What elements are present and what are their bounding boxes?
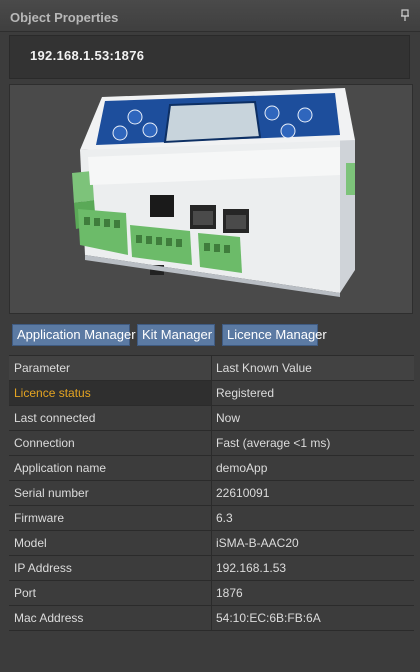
licence-manager-button[interactable]: Licence Manager	[222, 324, 327, 346]
param-label: IP Address	[9, 556, 212, 580]
table-row-model[interactable]: Model iSMA-B-AAC20	[9, 531, 414, 556]
param-value: 192.168.1.53	[212, 556, 414, 580]
param-label: Application name	[9, 456, 212, 480]
param-label: Model	[9, 531, 212, 555]
table-row-connection[interactable]: Connection Fast (average <1 ms)	[9, 431, 414, 456]
table-row-last-connected[interactable]: Last connected Now	[9, 406, 414, 431]
param-value: Registered	[212, 381, 414, 405]
table-row-firmware[interactable]: Firmware 6.3	[9, 506, 414, 531]
table-row-mac-address[interactable]: Mac Address 54:10:EC:6B:FB:6A	[9, 606, 414, 631]
param-label: Firmware	[9, 506, 212, 530]
table-row-serial-number[interactable]: Serial number 22610091	[9, 481, 414, 506]
address-box: 192.168.1.53:1876	[9, 35, 410, 79]
table-header-row: Parameter Last Known Value	[9, 356, 414, 381]
param-label: Licence status	[9, 381, 212, 405]
param-value: 54:10:EC:6B:FB:6A	[212, 606, 414, 630]
param-value: 6.3	[212, 506, 414, 530]
param-value: 1876	[212, 581, 414, 605]
pin-icon[interactable]	[398, 8, 412, 22]
application-manager-button[interactable]: Application Manager	[12, 324, 136, 346]
param-label: Serial number	[9, 481, 212, 505]
table-row-licence-status[interactable]: Licence status Registered	[9, 381, 414, 406]
param-label: Connection	[9, 431, 212, 455]
column-header-parameter[interactable]: Parameter	[9, 356, 212, 380]
param-value: iSMA-B-AAC20	[212, 531, 414, 555]
table-row-port[interactable]: Port 1876	[9, 581, 414, 606]
param-label: Port	[9, 581, 212, 605]
panel-title: Object Properties	[10, 10, 119, 25]
table-row-ip-address[interactable]: IP Address 192.168.1.53	[9, 556, 414, 581]
param-label: Mac Address	[9, 606, 212, 630]
column-header-value[interactable]: Last Known Value	[212, 356, 414, 380]
device-image	[9, 84, 413, 314]
properties-table: Parameter Last Known Value Licence statu…	[9, 355, 414, 631]
table-row-application-name[interactable]: Application name demoApp	[9, 456, 414, 481]
controller-illustration	[72, 88, 355, 297]
param-value: demoApp	[212, 456, 414, 480]
param-value: Fast (average <1 ms)	[212, 431, 414, 455]
param-label: Last connected	[9, 406, 212, 430]
param-value: Now	[212, 406, 414, 430]
device-address: 192.168.1.53:1876	[30, 48, 145, 63]
param-value: 22610091	[212, 481, 414, 505]
kit-manager-button[interactable]: Kit Manager	[137, 324, 215, 346]
panel-titlebar: Object Properties	[0, 0, 420, 32]
